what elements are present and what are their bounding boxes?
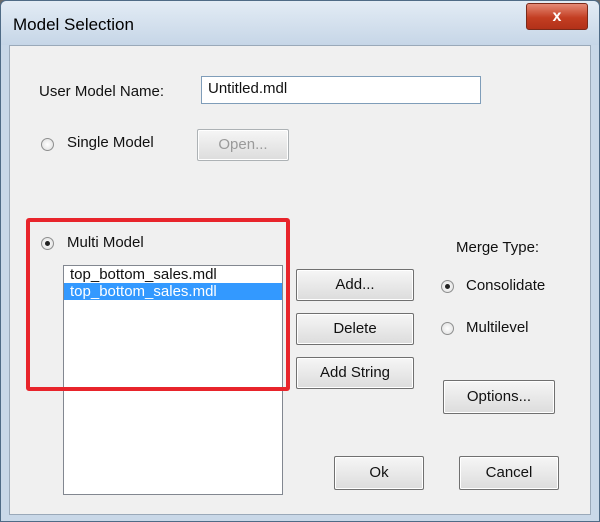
- merge-type-label: Merge Type:: [456, 239, 540, 256]
- close-button[interactable]: x: [526, 3, 588, 30]
- multi-model-radio[interactable]: [41, 237, 54, 250]
- single-model-radio[interactable]: [41, 138, 54, 151]
- user-model-name-label: User Model Name:: [39, 83, 165, 100]
- single-model-label: Single Model: [67, 134, 154, 151]
- model-selection-dialog: Model Selection x User Model Name: Untit…: [0, 0, 600, 522]
- add-button[interactable]: Add...: [296, 269, 414, 301]
- user-model-name-input[interactable]: Untitled.mdl: [201, 76, 481, 104]
- ok-button[interactable]: Ok: [334, 456, 424, 490]
- consolidate-label: Consolidate: [466, 277, 546, 294]
- multilevel-label: Multilevel: [466, 319, 529, 336]
- open-button[interactable]: Open...: [197, 129, 289, 161]
- list-item-model-file[interactable]: top_bottom_sales.mdl: [64, 283, 282, 300]
- window-title: Model Selection: [13, 15, 134, 34]
- add-string-button[interactable]: Add String: [296, 357, 414, 389]
- cancel-button[interactable]: Cancel: [459, 456, 559, 490]
- consolidate-radio[interactable]: [441, 280, 454, 293]
- delete-button[interactable]: Delete: [296, 313, 414, 345]
- multilevel-radio[interactable]: [441, 322, 454, 335]
- title-bar[interactable]: Model Selection x: [1, 1, 599, 45]
- multi-model-label: Multi Model: [67, 234, 144, 251]
- options-button[interactable]: Options...: [443, 380, 555, 414]
- list-item-model-file[interactable]: top_bottom_sales.mdl: [64, 266, 282, 283]
- model-file-list[interactable]: top_bottom_sales.mdl top_bottom_sales.md…: [63, 265, 283, 495]
